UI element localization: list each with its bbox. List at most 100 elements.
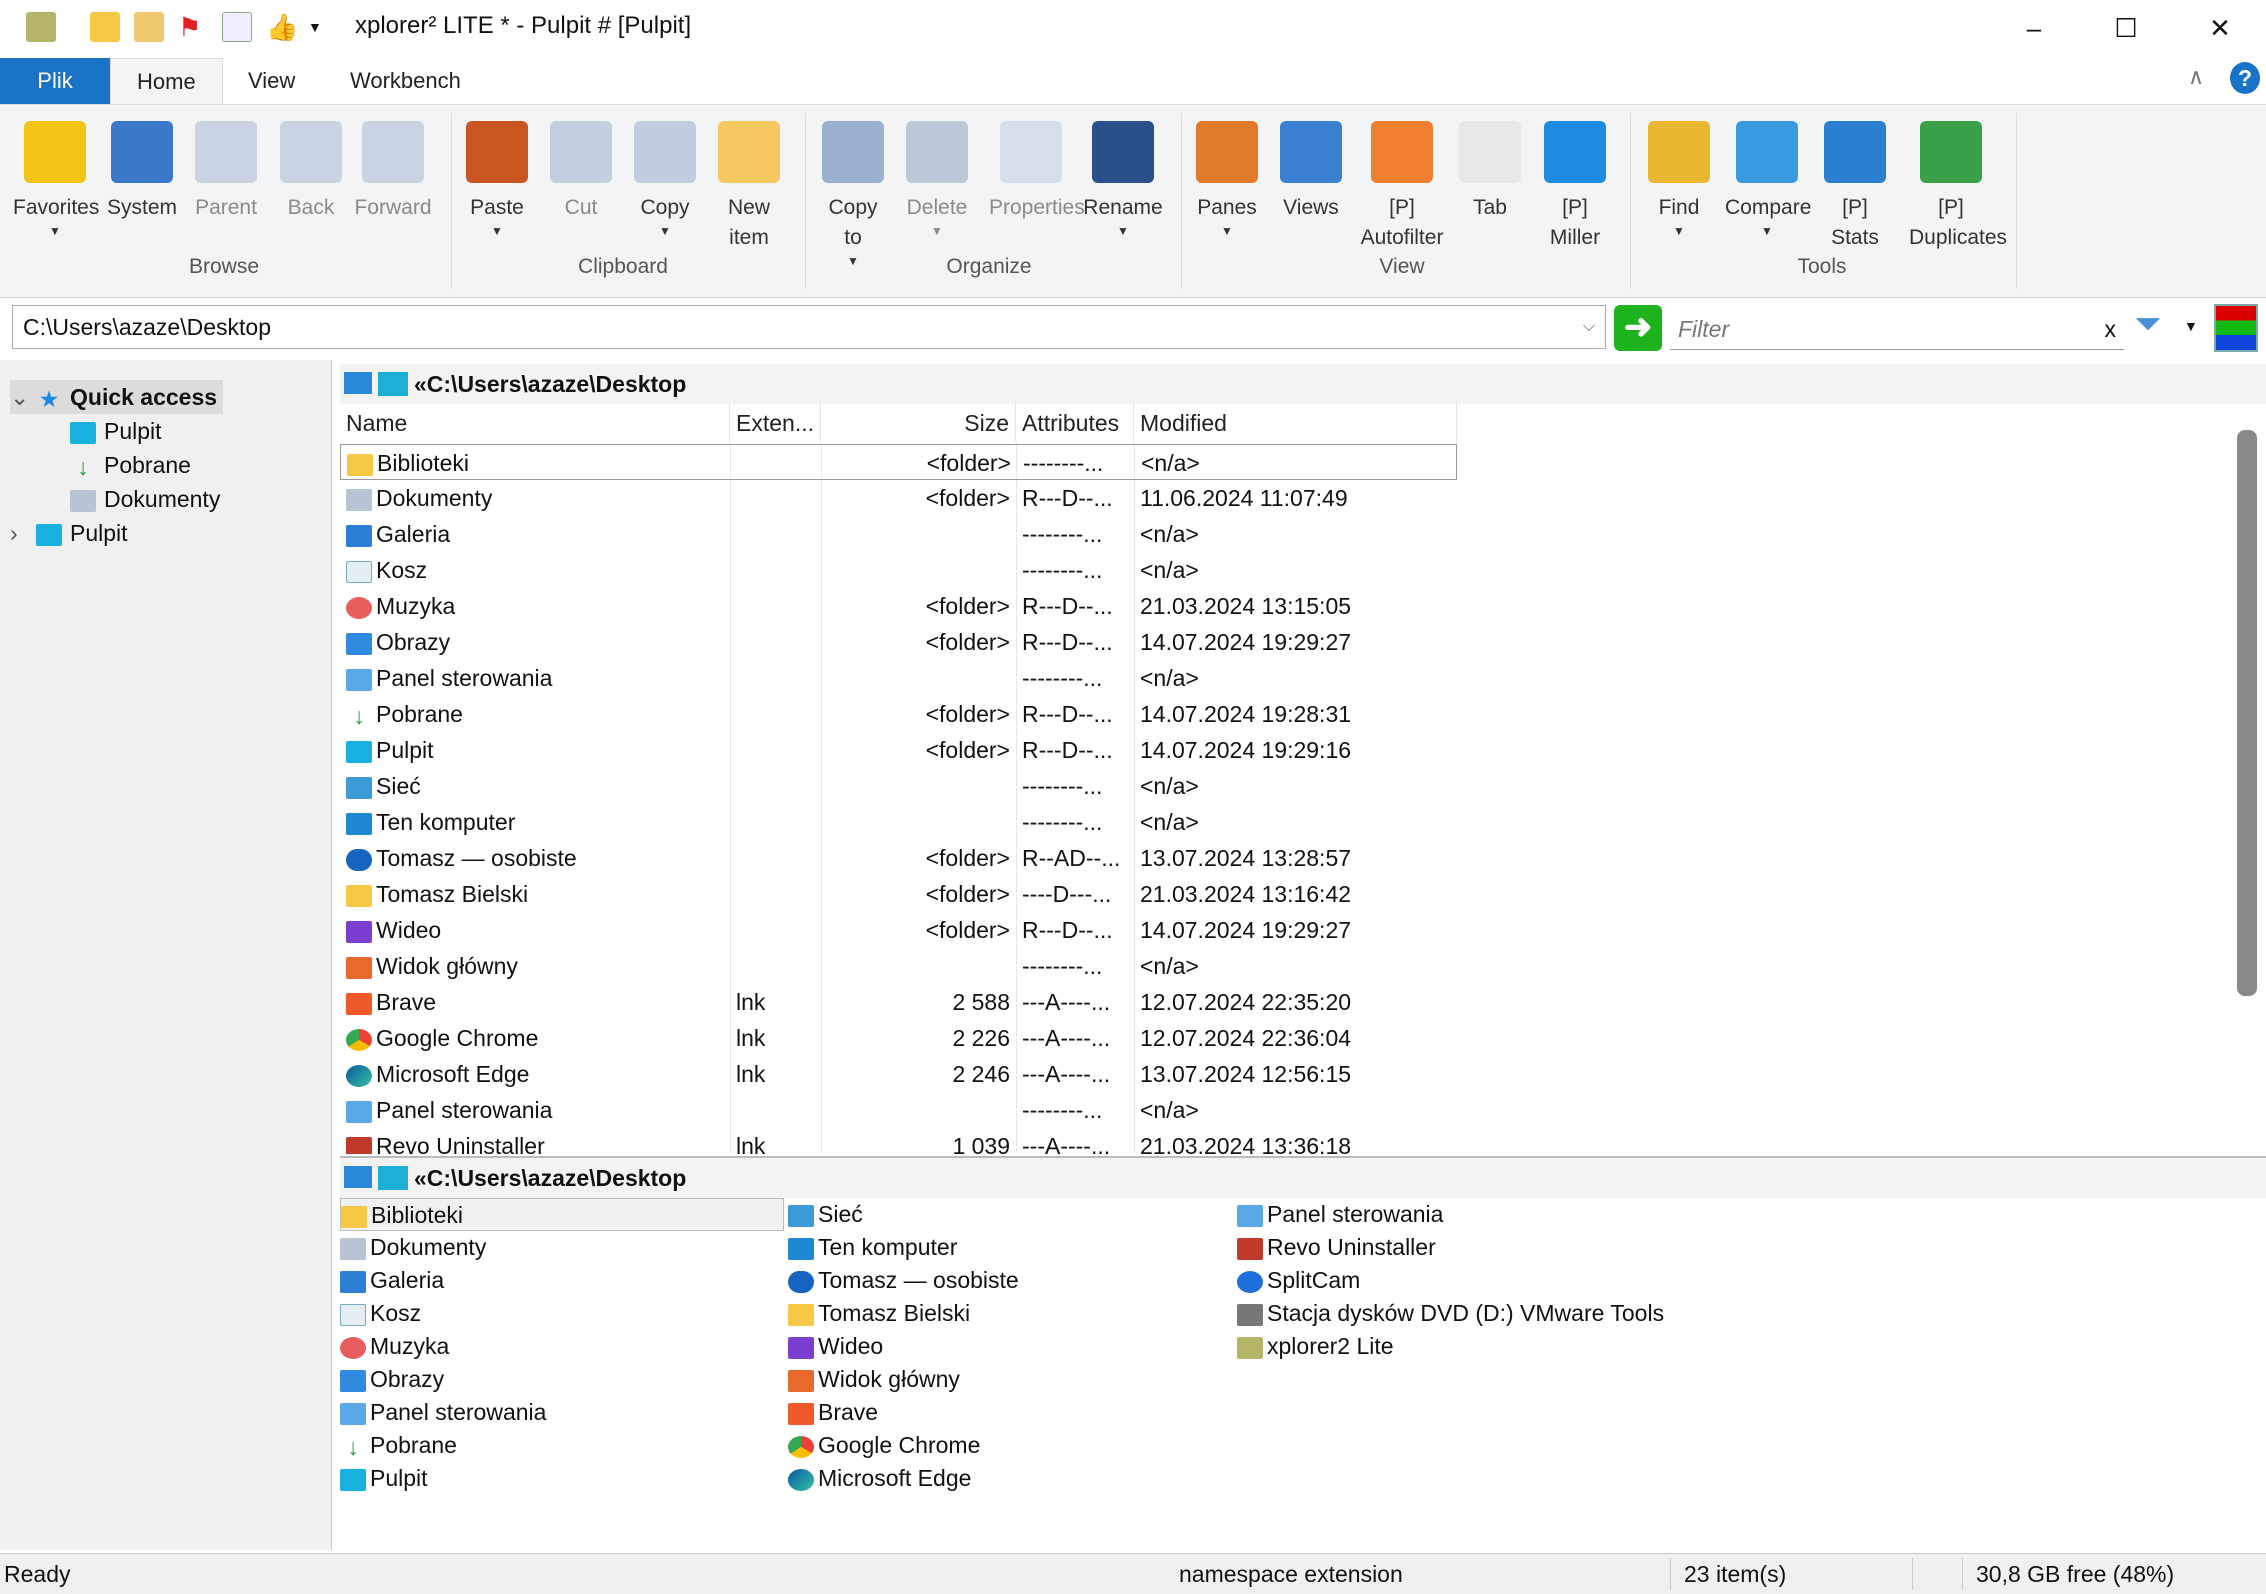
table-row[interactable]: Dokumenty <folder> R---D--... 11.06.2024 11…: [340, 480, 1457, 516]
table-row[interactable]: Tomasz — osobiste <folder> R--AD--... 13.07…: [340, 840, 1457, 876]
filter-clear-button[interactable]: x: [2105, 308, 2117, 350]
vertical-scrollbar[interactable]: [2237, 430, 2257, 996]
ribbon-button-panes[interactable]: Panes ▼: [1185, 117, 1269, 239]
layout-icon[interactable]: [2214, 304, 2258, 352]
tab-plik[interactable]: Plik: [0, 58, 110, 104]
collapse-ribbon-icon[interactable]: ∧: [2188, 64, 2204, 90]
app-icon[interactable]: [26, 12, 56, 42]
list-item[interactable]: xplorer2 Lite: [1237, 1330, 1394, 1363]
column-header-modified[interactable]: Modified: [1134, 404, 1457, 442]
table-row[interactable]: Kosz --------... <n/a>: [340, 552, 1457, 588]
list-item[interactable]: Dokumenty: [340, 1231, 486, 1264]
list-item[interactable]: Google Chrome: [788, 1429, 980, 1462]
table-row[interactable]: Panel sterowania --------... <n/a>: [340, 1092, 1457, 1128]
list-item[interactable]: Revo Uninstaller: [1237, 1231, 1436, 1264]
column-header-attributes[interactable]: Attributes: [1016, 404, 1134, 442]
list-item[interactable]: ↓ Pobrane: [340, 1429, 457, 1462]
list-item[interactable]: Panel sterowania: [1237, 1198, 1443, 1231]
filter-input[interactable]: Filter x: [1670, 308, 2124, 350]
maximize-button[interactable]: ☐: [2096, 6, 2156, 50]
tree-item-quick-access[interactable]: ⌄ ★ Quick access: [10, 380, 224, 414]
table-row[interactable]: Revo Uninstaller lnk 1 039 ---A----... 21.03…: [340, 1128, 1457, 1154]
filter-dropdown-icon[interactable]: ▼: [2184, 318, 2198, 334]
close-button[interactable]: ✕: [2190, 6, 2250, 50]
table-row[interactable]: Biblioteki <folder> --------... <n/a>: [340, 444, 1457, 480]
tree-item-pobrane[interactable]: ↓ Pobrane: [70, 448, 191, 482]
table-row[interactable]: ↓ Pobrane <folder> R---D--... 14.07.2024 19:…: [340, 696, 1457, 732]
ribbon-button-cut[interactable]: Cut: [539, 117, 623, 223]
address-bar[interactable]: C:\Users\azaze\Desktop ⌵: [12, 305, 1606, 349]
ribbon-button-p-miller[interactable]: [P] Miller: [1533, 117, 1617, 253]
table-row[interactable]: Obrazy <folder> R---D--... 14.07.2024 19:29…: [340, 624, 1457, 660]
list-item[interactable]: Brave: [788, 1396, 878, 1429]
ribbon-button-copy-to[interactable]: Copy to ▼: [811, 117, 895, 269]
list-item[interactable]: Muzyka: [340, 1330, 449, 1363]
ribbon-button-new-item[interactable]: New item: [707, 117, 791, 253]
tree-item-dokumenty[interactable]: Dokumenty: [70, 482, 220, 516]
ribbon-button-forward[interactable]: Forward: [351, 117, 435, 223]
ribbon-button-paste[interactable]: Paste ▼: [455, 117, 539, 239]
column-header-size[interactable]: Size: [821, 404, 1016, 442]
ribbon-button-tab[interactable]: Tab: [1448, 117, 1532, 223]
ribbon-button-p-stats[interactable]: [P] Stats: [1813, 117, 1897, 253]
ribbon-button-back[interactable]: Back: [269, 117, 353, 223]
tree-item-pulpit[interactable]: › Pulpit: [10, 516, 128, 550]
list-item[interactable]: Pulpit: [340, 1462, 428, 1495]
list-item[interactable]: Kosz: [340, 1297, 421, 1330]
new-folder-quick-icon[interactable]: [90, 12, 120, 42]
tab-workbench[interactable]: Workbench: [324, 58, 487, 104]
customize-quick-access-icon[interactable]: ▼: [308, 12, 338, 42]
list-item[interactable]: Sieć: [788, 1198, 863, 1231]
open-folder-quick-icon[interactable]: [134, 12, 164, 42]
column-header-name[interactable]: Name: [340, 404, 730, 442]
ribbon-button-favorites[interactable]: Favorites ▼: [13, 117, 99, 239]
column-header-exten[interactable]: Exten...: [730, 404, 821, 442]
tree-item-pulpit[interactable]: Pulpit: [70, 414, 162, 448]
list-item[interactable]: SplitCam: [1237, 1264, 1360, 1297]
flag-quick-icon[interactable]: ⚑: [178, 12, 208, 42]
list-item[interactable]: Stacja dysków DVD (D:) VMware Tools: [1237, 1297, 1664, 1330]
table-row[interactable]: Brave lnk 2 588 ---A----... 12.07.2024 22:35…: [340, 984, 1457, 1020]
list-item[interactable]: Wideo: [788, 1330, 883, 1363]
table-row[interactable]: Widok główny --------... <n/a>: [340, 948, 1457, 984]
list-item[interactable]: Ten komputer: [788, 1231, 957, 1264]
list-item[interactable]: Microsoft Edge: [788, 1462, 971, 1495]
ribbon-button-p-autofilter[interactable]: [P] Autofilter: [1360, 117, 1444, 253]
go-arrow-icon[interactable]: ➜: [1614, 305, 1662, 351]
list-item[interactable]: Widok główny: [788, 1363, 960, 1396]
table-row[interactable]: Microsoft Edge lnk 2 246 ---A----... 13.07.2…: [340, 1056, 1457, 1092]
ribbon-button-properties[interactable]: Properties: [989, 117, 1085, 223]
minimize-button[interactable]: –: [2004, 6, 2064, 50]
ribbon-button-p-duplicates[interactable]: [P] Duplicates: [1909, 117, 2007, 253]
help-icon[interactable]: ?: [2230, 62, 2260, 94]
address-input[interactable]: C:\Users\azaze\Desktop: [23, 314, 271, 340]
ribbon-button-compare[interactable]: Compare ▼: [1725, 117, 1811, 239]
table-row[interactable]: Wideo <folder> R---D--... 14.07.2024 19:29:…: [340, 912, 1457, 948]
thumbs-up-quick-icon[interactable]: 👍: [266, 12, 298, 42]
ribbon-button-parent[interactable]: Parent: [184, 117, 268, 223]
list-item[interactable]: Obrazy: [340, 1363, 444, 1396]
list-item[interactable]: Biblioteki: [340, 1198, 784, 1231]
table-row[interactable]: Sieć --------... <n/a>: [340, 768, 1457, 804]
funnel-filter-icon[interactable]: ⏷: [2128, 305, 2168, 351]
address-dropdown-icon[interactable]: ⌵: [1583, 306, 1595, 348]
expander-icon[interactable]: ›: [10, 516, 36, 550]
table-row[interactable]: Galeria --------... <n/a>: [340, 516, 1457, 552]
ribbon-button-rename[interactable]: Rename ▼: [1081, 117, 1165, 239]
expander-icon[interactable]: ⌄: [10, 380, 36, 414]
ribbon-button-system[interactable]: System: [100, 117, 184, 223]
list-item[interactable]: Panel sterowania: [340, 1396, 546, 1429]
ribbon-button-copy[interactable]: Copy ▼: [623, 117, 707, 239]
tab-view[interactable]: View: [222, 58, 321, 104]
table-row[interactable]: Ten komputer --------... <n/a>: [340, 804, 1457, 840]
tab-home[interactable]: Home: [110, 58, 223, 104]
list-item[interactable]: Tomasz — osobiste: [788, 1264, 1019, 1297]
ribbon-button-views[interactable]: Views: [1269, 117, 1353, 223]
list-item[interactable]: Tomasz Bielski: [788, 1297, 970, 1330]
refresh-quick-icon[interactable]: [222, 12, 252, 42]
table-row[interactable]: Pulpit <folder> R---D--... 14.07.2024 19:29…: [340, 732, 1457, 768]
list-item[interactable]: Galeria: [340, 1264, 444, 1297]
table-row[interactable]: Muzyka <folder> R---D--... 21.03.2024 13:15…: [340, 588, 1457, 624]
ribbon-button-delete[interactable]: Delete ▼: [895, 117, 979, 239]
ribbon-button-find[interactable]: Find ▼: [1637, 117, 1721, 239]
